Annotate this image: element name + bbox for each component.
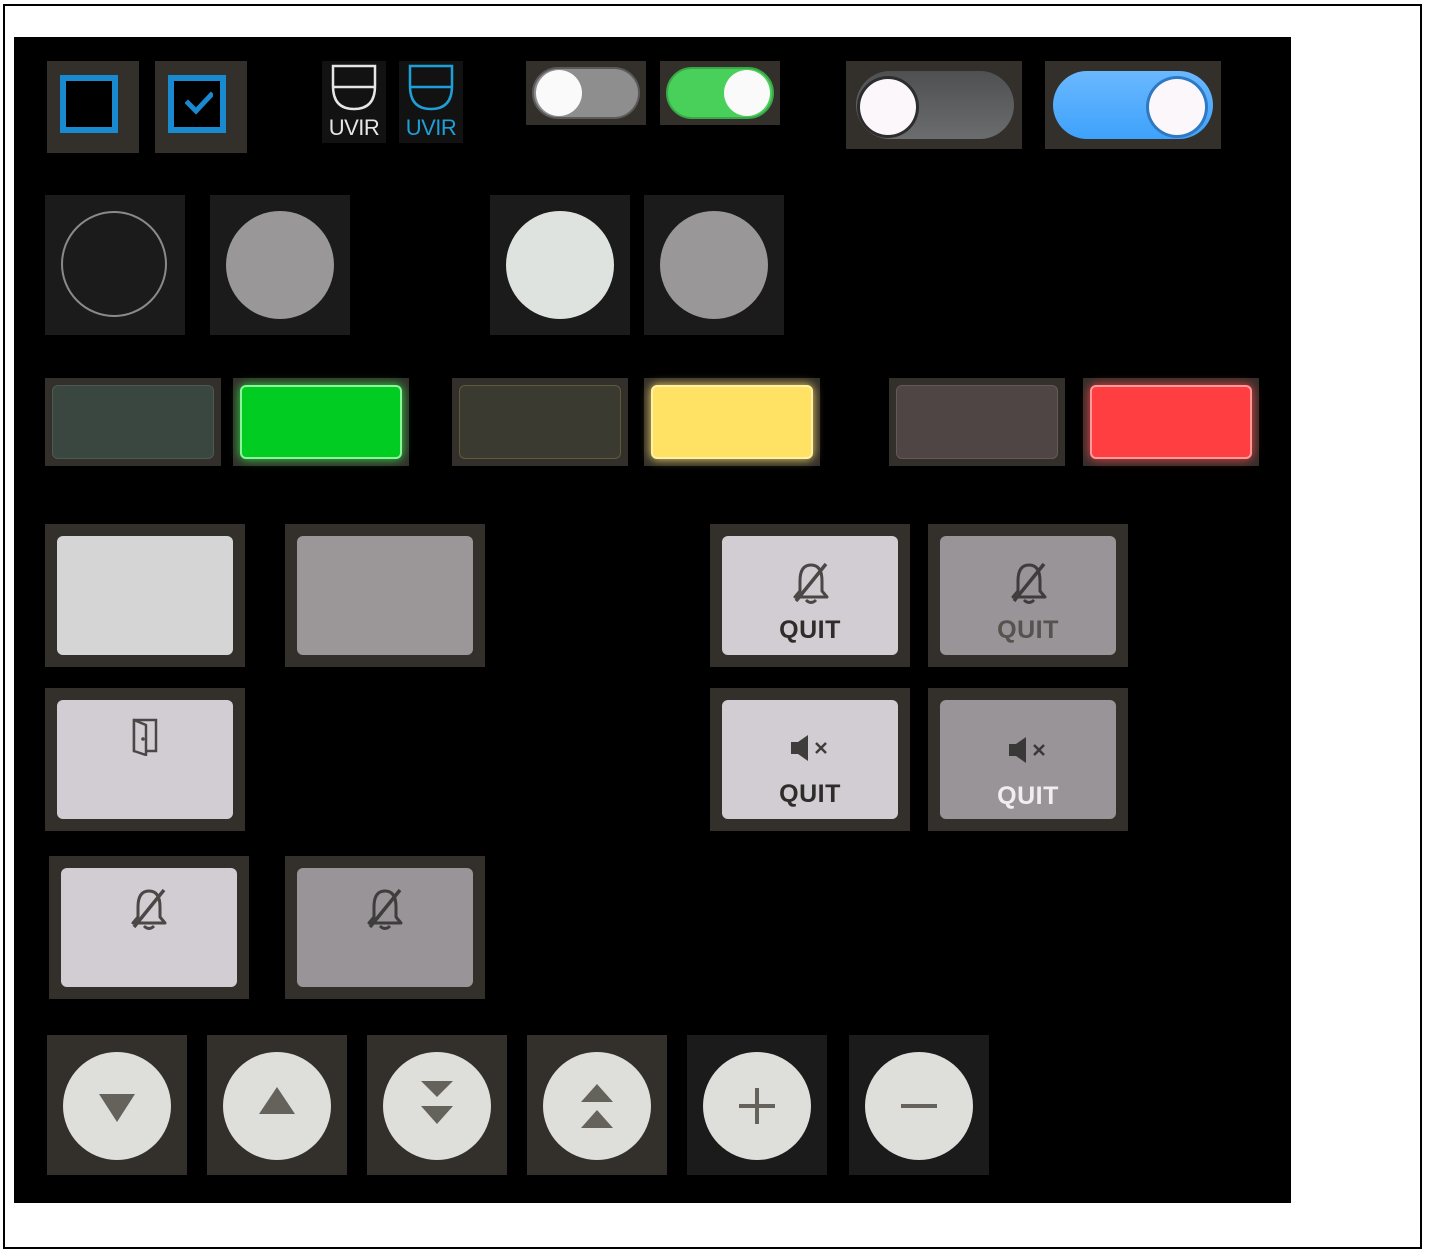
door-icon <box>132 718 158 756</box>
toggle-knob <box>724 70 770 116</box>
lamp-face <box>651 385 813 459</box>
sound-quit-button-disabled[interactable]: QUIT <box>928 688 1128 831</box>
fast-up-button[interactable] <box>527 1035 667 1175</box>
sound-quit-button[interactable]: QUIT <box>710 688 910 831</box>
double-chevron-down-icon <box>421 1081 453 1124</box>
bell-off-icon <box>793 562 829 604</box>
button-face <box>61 868 237 987</box>
double-chevron-up-icon <box>581 1084 613 1128</box>
triangle-up-icon <box>259 1087 295 1114</box>
radio-disabled[interactable] <box>644 195 784 335</box>
speaker-mute-icon <box>1009 737 1045 763</box>
lamp-face <box>52 385 214 459</box>
round-button-face <box>703 1052 811 1160</box>
toggle-knob <box>1149 79 1205 135</box>
radio-disabled[interactable] <box>210 195 350 335</box>
speaker-mute-icon <box>791 735 827 761</box>
toggle-large-on[interactable] <box>1045 61 1221 149</box>
checkbox-unchecked[interactable] <box>47 61 139 153</box>
lamp-green-on <box>233 378 409 466</box>
toggle-knob <box>860 79 916 135</box>
round-button-face <box>383 1052 491 1160</box>
widget-panel: UVIR UVIR QUIT QUIT QUIT QUIT <box>14 37 1291 1203</box>
uvir-active[interactable]: UVIR <box>399 61 463 143</box>
lamp-red-on <box>1083 378 1259 466</box>
uvir-lamp-icon <box>331 64 377 111</box>
lamp-yellow-off <box>452 378 628 466</box>
radio-circle <box>226 211 334 319</box>
button-face: QUIT <box>940 536 1116 655</box>
radio-selected[interactable] <box>490 195 630 335</box>
up-button[interactable] <box>207 1035 347 1175</box>
radio-circle <box>506 211 614 319</box>
uvir-lamp-icon <box>408 64 454 111</box>
button-face <box>57 700 233 819</box>
alarm-quit-button[interactable]: QUIT <box>710 524 910 667</box>
uvir-inactive[interactable]: UVIR <box>322 61 386 143</box>
alarm-mute-button[interactable] <box>49 856 249 999</box>
toggle-knob <box>536 70 582 116</box>
round-button-face <box>223 1052 331 1160</box>
down-button[interactable] <box>47 1035 187 1175</box>
checkbox-box <box>168 75 226 133</box>
plus-icon <box>739 1088 775 1124</box>
lamp-red-off <box>889 378 1065 466</box>
checkmark-icon <box>185 91 213 115</box>
checkbox-checked[interactable] <box>155 61 247 153</box>
button-face <box>297 536 473 655</box>
toggle-small-on[interactable] <box>660 61 780 125</box>
round-button-face <box>543 1052 651 1160</box>
lamp-face <box>896 385 1058 459</box>
minus-icon <box>901 1104 937 1108</box>
quit-label: QUIT <box>779 616 841 644</box>
radio-empty[interactable] <box>45 195 185 335</box>
uvir-label: UVIR <box>328 115 380 140</box>
round-button-face <box>865 1052 973 1160</box>
bell-off-icon <box>367 888 403 930</box>
door-button[interactable] <box>45 688 245 831</box>
alarm-quit-button-disabled[interactable]: QUIT <box>928 524 1128 667</box>
toggle-small-off[interactable] <box>526 61 646 125</box>
alarm-mute-button-disabled[interactable] <box>285 856 485 999</box>
bell-off-icon <box>131 888 167 930</box>
button-face: QUIT <box>940 700 1116 819</box>
radio-circle <box>61 211 167 317</box>
triangle-down-icon <box>99 1094 135 1122</box>
toggle-large-off[interactable] <box>846 61 1022 149</box>
quit-label: QUIT <box>997 782 1059 810</box>
lamp-face <box>459 385 621 459</box>
lamp-face <box>240 385 402 459</box>
fast-down-button[interactable] <box>367 1035 507 1175</box>
blank-button[interactable] <box>45 524 245 667</box>
radio-circle <box>660 211 768 319</box>
quit-label: QUIT <box>997 616 1059 644</box>
checkbox-box <box>60 75 118 133</box>
button-face: QUIT <box>722 700 898 819</box>
uvir-label: UVIR <box>405 115 457 140</box>
button-face <box>57 536 233 655</box>
lamp-green-off <box>45 378 221 466</box>
button-face <box>297 868 473 987</box>
plus-button[interactable] <box>687 1035 827 1175</box>
round-button-face <box>63 1052 171 1160</box>
lamp-yellow-on <box>644 378 820 466</box>
lamp-face <box>1090 385 1252 459</box>
minus-button[interactable] <box>849 1035 989 1175</box>
bell-off-icon <box>1011 562 1047 604</box>
quit-label: QUIT <box>779 780 841 808</box>
button-face: QUIT <box>722 536 898 655</box>
blank-button-disabled[interactable] <box>285 524 485 667</box>
